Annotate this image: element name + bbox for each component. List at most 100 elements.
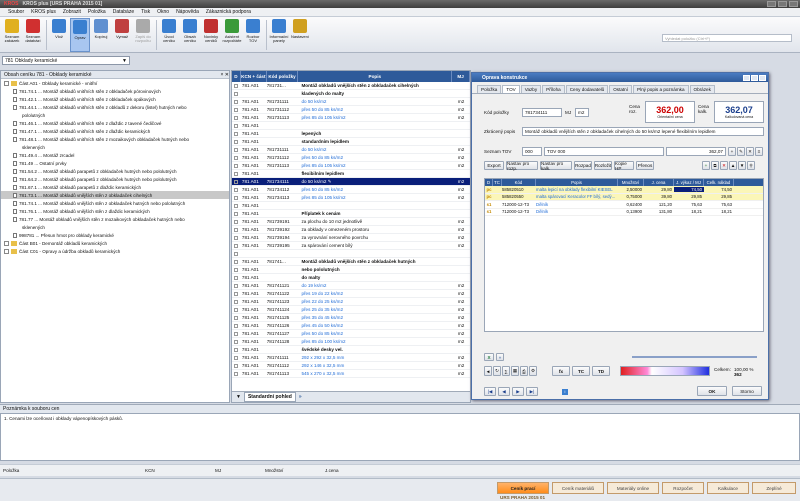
components-header-cell[interactable]: D	[485, 179, 493, 186]
excel-icon[interactable]: X	[484, 353, 494, 361]
row-checkbox[interactable]	[232, 155, 241, 160]
table-row[interactable]: 781 A01 781731111 do 50 ks/m2 m2	[232, 98, 470, 106]
minimize-button[interactable]	[767, 1, 776, 7]
components-header-cell[interactable]: Množství	[618, 179, 644, 186]
row-checkbox[interactable]	[232, 227, 241, 232]
menu-item-okno[interactable]: Okno	[157, 9, 169, 15]
table-row[interactable]: 781 A01 781741112 292 x 146 x 32,5 mm m2	[232, 362, 470, 370]
toolbar-button-seznam-zakazek[interactable]: Seznam zakázek	[2, 18, 22, 52]
tree-node[interactable]: pololutných	[1, 111, 229, 119]
table-row[interactable]: 781 A01 781731112 přes 50 do 85 ks/m2 m2	[232, 154, 470, 162]
splitter[interactable]	[632, 356, 757, 358]
next-record-icon[interactable]: ▶	[512, 387, 524, 396]
toolbar-button-seznam-databazi[interactable]: Seznam databází	[23, 18, 43, 52]
bottom-tab-materialy-online[interactable]: Materiály online	[607, 482, 659, 494]
row-checkbox[interactable]	[232, 219, 241, 224]
tree-node[interactable]: Část B01 - Demontáž obkladů keramických	[1, 239, 229, 247]
menu-item-zobrazit[interactable]: Zobrazit	[63, 9, 81, 15]
maximize-button[interactable]	[778, 1, 787, 7]
tree-node[interactable]: 781.74.1 ... Montáž obkladů vnitřních st…	[1, 87, 229, 95]
row-checkbox[interactable]	[232, 347, 241, 352]
components-header-cell[interactable]: Kód	[502, 179, 536, 186]
more-icon[interactable]: »	[496, 353, 504, 361]
toolbar-button-oprav[interactable]: Oprav	[70, 17, 90, 52]
menu-item-databaze[interactable]: Databáze	[113, 9, 134, 15]
rozpad-button[interactable]: Rozpad	[574, 161, 592, 170]
tree-node[interactable]: 781.54.2 ... Montáž obkladů parapetů z o…	[1, 167, 229, 175]
table-row[interactable]: 781 A01 781741121 do 19 ks/m2 m2	[232, 282, 470, 290]
copy-icon[interactable]: ⧉	[711, 161, 719, 170]
add-row-icon[interactable]: +	[702, 161, 710, 170]
tab-tov[interactable]: TOV	[502, 85, 520, 93]
catalog-select[interactable]: 781 Obklady keramické ▼	[2, 56, 130, 65]
ok-button[interactable]: OK	[697, 386, 727, 396]
table-row[interactable]: 781 A01 781731... Montáž obkladů vnějších …	[232, 82, 470, 90]
grid-header-cell[interactable]: KCN + část	[241, 71, 267, 82]
toolbar-button-uvod-ceniku[interactable]: Úvod ceníku	[159, 18, 179, 52]
tree-node[interactable]: sklenených	[1, 143, 229, 151]
grid-header-cell[interactable]: Kód položky	[267, 71, 299, 82]
table-row[interactable]: 781 A01 Příplatek k cenám	[232, 210, 470, 218]
toolbar-button-kopiruj[interactable]: Kopíruj	[91, 18, 111, 52]
row-checkbox[interactable]	[232, 123, 241, 128]
move-down-icon[interactable]: ▼	[738, 161, 746, 170]
table-row[interactable]: 781 A01 do malty	[232, 274, 470, 282]
table-row[interactable]: 781 A01 781731112 přes 50 do 85 ks/m2 m2	[232, 106, 470, 114]
bottom-tab-kalkulace[interactable]: Kalkulace	[707, 482, 749, 494]
table-row[interactable]: 781 A01	[232, 122, 470, 130]
toolbar-button-zapis-do-rozpoctu[interactable]: Zapiš do rozpočtu	[133, 18, 153, 52]
info-icon[interactable]: i	[562, 389, 568, 395]
tab-priloha[interactable]: Příloha	[542, 85, 565, 93]
row-checkbox[interactable]	[232, 371, 241, 376]
menu-item-soubor[interactable]: Soubor	[8, 9, 24, 15]
menu-item-kros-plus[interactable]: KROS plus	[31, 9, 56, 15]
table-row[interactable]: 781 A01 781739191 za plochu do 10 m2 jedno…	[232, 218, 470, 226]
refresh-icon[interactable]: ↻	[493, 366, 501, 376]
settings-icon[interactable]: ⚙	[529, 366, 537, 376]
fx-button[interactable]: fx	[552, 366, 570, 376]
close-icon[interactable]: × ✕	[221, 72, 230, 78]
table-row[interactable]: 781 A01 781739194 za vyrovnání nerovného p…	[232, 234, 470, 242]
tree-node[interactable]: 781.74.1 ... Montáž obkladů vnějších stě…	[1, 199, 229, 207]
edit-icon[interactable]: ✎	[326, 179, 332, 184]
table-row[interactable]: 781 A01 781741123 přes 22 do 25 ks/m2 m2	[232, 298, 470, 306]
description-field[interactable]: Montáž obkladů vnějších stěn z obkladače…	[522, 127, 764, 136]
table-row[interactable]: 781 A01 flexibilním lepidlem	[232, 170, 470, 178]
table-row[interactable]: 781 A01 781741... Montáž obkladů vnějších …	[232, 258, 470, 266]
table-row[interactable]: 781 A01 standardním lepidlem	[232, 138, 470, 146]
nastav-pro-rozp-button[interactable]: Nastav pro rozp.	[506, 161, 538, 171]
expand-icon[interactable]	[4, 248, 9, 254]
row-checkbox[interactable]	[232, 99, 241, 104]
table-row[interactable]: 781 A01 781739195 za spárování cement bílý…	[232, 242, 470, 250]
delete-row-icon[interactable]: ✕	[720, 161, 728, 170]
row-checkbox[interactable]	[232, 331, 241, 336]
chart-icon[interactable]: ▦	[511, 366, 519, 376]
toolbar-button-vymaz[interactable]: Vymaž	[112, 18, 132, 52]
menu-item-napoveda[interactable]: Nápověda	[176, 9, 199, 15]
table-row[interactable]: 781 A01 781741126 přes 45 do 50 ks/m2 m2	[232, 322, 470, 330]
chevron-down-icon[interactable]: ▼	[122, 58, 128, 64]
row-checkbox[interactable]	[232, 83, 241, 88]
row-checkbox[interactable]	[232, 163, 241, 168]
row-checkbox[interactable]	[232, 91, 241, 96]
row-checkbox[interactable]	[232, 267, 241, 272]
tree-node[interactable]: Část A01 - Obklady keramické - vnitřní	[1, 79, 229, 87]
table-row[interactable]: 781 A01	[232, 202, 470, 210]
row-checkbox[interactable]	[232, 251, 241, 256]
maximize-button[interactable]	[751, 74, 758, 81]
first-icon[interactable]: ◄	[484, 366, 492, 376]
tab-ceny-dodavatelu[interactable]: Ceny dodavatelů	[565, 85, 609, 93]
tree-node[interactable]: sklenených	[1, 223, 229, 231]
item-code-field[interactable]: 781734111	[522, 108, 562, 117]
tc-button[interactable]: TC	[572, 366, 590, 376]
table-row[interactable]: 781 A01 781731113 přes 85 do 105 ks/m2 m2	[232, 114, 470, 122]
components-header-cell[interactable]: Celk. náklad	[704, 179, 734, 186]
unit-field[interactable]: m2	[575, 108, 589, 117]
table-row[interactable]: 781 A01 781734111 do 50 ks/m2 ✎ m2	[232, 178, 470, 186]
kopie-hp-button[interactable]: Kopie HP	[614, 161, 634, 171]
toolbar-button-nastaveni[interactable]: Nastavení	[290, 18, 310, 52]
toolbar-button-vloz[interactable]: Vlož	[49, 18, 69, 52]
expand-icon[interactable]	[4, 80, 9, 86]
filter-icon[interactable]: ⚲	[747, 161, 755, 170]
components-header-cell[interactable]: J. výkaz / MJ	[674, 179, 704, 186]
